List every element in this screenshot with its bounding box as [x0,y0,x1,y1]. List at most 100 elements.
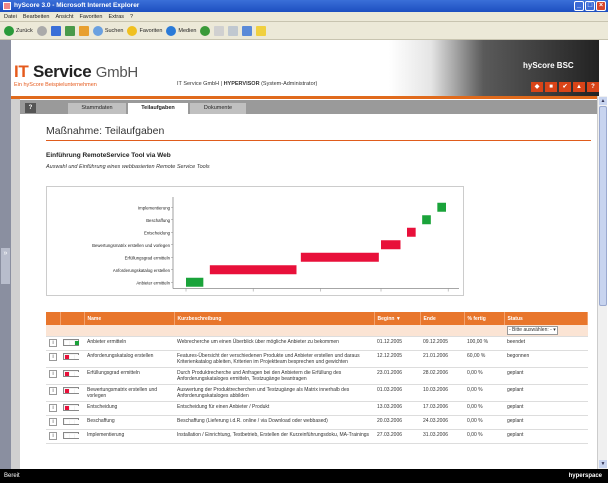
menu-ansicht[interactable]: Ansicht [55,12,73,21]
header-info-col [46,312,61,325]
traffic-light-icon [63,387,79,394]
table-row[interactable]: i Implementierung Installation / Einrichtu… [46,429,588,444]
magnifier-icon [92,25,103,36]
info-button[interactable]: i [49,370,57,378]
window-controls: _ □ × [574,1,606,11]
task-start: 01.12.2005 [374,336,420,351]
scrollbar-thumb[interactable] [599,106,607,306]
task-name: Entscheidung [84,401,174,416]
header-button-4[interactable]: ▲ [573,82,585,92]
header-help-button[interactable]: ? [587,82,599,92]
task-percent: 0,00 % [464,429,504,444]
media-button[interactable]: Medien [166,25,196,36]
table-row[interactable]: i Beschaffung Beschaffung (Lieferung i.d.R… [46,415,588,430]
header-percent[interactable]: % fertig [464,312,505,325]
edit-icon[interactable] [242,25,253,36]
task-start: 01.03.2006 [374,384,420,402]
chevron-down-icon: ▾ [553,327,556,333]
menu-help[interactable]: ? [130,12,133,21]
table-row[interactable]: i Bewertungsmatrix erstellen und vorlegen… [46,384,588,402]
task-start: 23.01.2006 [374,367,420,385]
task-description: Beschaffung (Lieferung i.d.R. online / v… [174,415,374,430]
task-name: Anforderungskatalog erstellen [84,350,174,368]
logo-subtitle: Ein hyScore Beispielunternehmen [14,82,97,88]
gantt-task-label: Anforderungskatalog erstellen [113,268,171,273]
minimize-button[interactable]: _ [574,1,584,11]
table-row[interactable]: i Anforderungskatalog erstellen Features-Ü… [46,350,588,368]
status-filter-select[interactable]: - Bitte auswählen: - ▾ [507,326,558,335]
task-name: Implementierung [84,429,174,444]
info-button[interactable]: i [49,339,57,347]
gantt-bar [407,227,416,237]
table-row[interactable]: i Erfüllungsgrad ermitteln Durch Produktre… [46,367,588,385]
header-button-3[interactable]: ✔ [559,82,571,92]
task-description: Features-Übersicht der verschiedenen Pro… [174,350,374,368]
gantt-bar [437,202,446,212]
header-description[interactable]: Kurzbeschreibung [174,312,375,325]
scroll-down-icon[interactable]: ▼ [599,460,607,468]
window-title: hyScore 3.0 - Microsoft Internet Explore… [14,2,140,9]
info-cell: i [46,367,60,385]
header-button-2[interactable]: ■ [545,82,557,92]
traffic-light-icon [63,339,79,346]
task-percent: 60,00 % [464,350,504,368]
info-button[interactable]: i [49,387,57,395]
header-end[interactable]: Ende [420,312,465,325]
close-button[interactable]: × [596,1,606,11]
search-button[interactable]: Suchen [92,25,123,36]
task-percent: 0,00 % [464,401,504,416]
folder-icon[interactable] [256,25,267,36]
gantt-bar [209,265,297,275]
forward-arrow-icon[interactable] [36,25,47,36]
traffic-light-cell [60,336,84,351]
task-name: Bewertungsmatrix erstellen und vorlegen [84,384,174,402]
tab-stammdaten[interactable]: Stammdaten [68,103,126,114]
back-button[interactable]: Zurück [4,25,33,36]
menu-extras[interactable]: Extras [108,12,124,21]
header-start[interactable]: Beginn ▼ [374,312,421,325]
info-button[interactable]: i [49,353,57,361]
vertical-scrollbar[interactable]: ▲ ▼ [597,96,607,469]
task-percent: 0,00 % [464,415,504,430]
help-button[interactable]: ? [25,103,36,113]
table-row[interactable]: i Anbieter ermitteln Webrecherche um einen… [46,336,588,351]
maximize-button[interactable]: □ [585,1,595,11]
task-name: Anbieter ermitteln [84,336,174,351]
table-header-row: Name Kurzbeschreibung Beginn ▼ Ende % fe… [46,312,588,325]
task-name: Beschaffung [84,415,174,430]
print-icon[interactable] [228,25,239,36]
frame-expand-icon[interactable]: » [1,248,10,284]
menu-datei[interactable]: Datei [4,12,17,21]
refresh-icon[interactable] [64,25,75,36]
left-strip [11,99,20,469]
scroll-up-icon[interactable]: ▲ [599,97,607,105]
task-end: 28.02.2006 [420,367,464,385]
favorites-button[interactable]: Favoriten [127,25,162,36]
gantt-task-label: Implementierung [138,205,171,210]
menu-favoriten[interactable]: Favoriten [80,12,103,21]
info-button[interactable]: i [49,404,57,412]
info-button[interactable]: i [49,418,57,426]
info-button[interactable]: i [49,432,57,440]
task-start: 13.03.2006 [374,401,420,416]
mail-icon[interactable] [214,25,225,36]
stop-icon[interactable] [50,25,61,36]
tab-teilaufgaben[interactable]: Teilaufgaben [128,103,188,114]
gantt-bar [422,215,431,225]
task-start: 20.03.2006 [374,415,420,430]
gantt-task-label: Anbieter ermitteln [136,280,170,285]
task-description: Entscheidung für einen Anbieter / Produk… [174,401,374,416]
tab-dokumente[interactable]: Dokumente [190,103,246,114]
history-icon[interactable] [200,25,211,36]
task-name: Erfüllungsgrad ermitteln [84,367,174,385]
company-logo: IT Service GmbH [14,62,138,81]
info-cell: i [46,384,60,402]
header-name[interactable]: Name [84,312,175,325]
header-button-1[interactable]: ◆ [531,82,543,92]
info-cell: i [46,401,60,416]
header-status[interactable]: Status [504,312,588,325]
menu-bearbeiten[interactable]: Bearbeiten [23,12,50,21]
gantt-task-label: Bewertungsmatrix erstellen und vorlegen [92,243,170,248]
table-row[interactable]: i Entscheidung Entscheidung für einen Anbi… [46,401,588,416]
home-icon[interactable] [78,25,89,36]
